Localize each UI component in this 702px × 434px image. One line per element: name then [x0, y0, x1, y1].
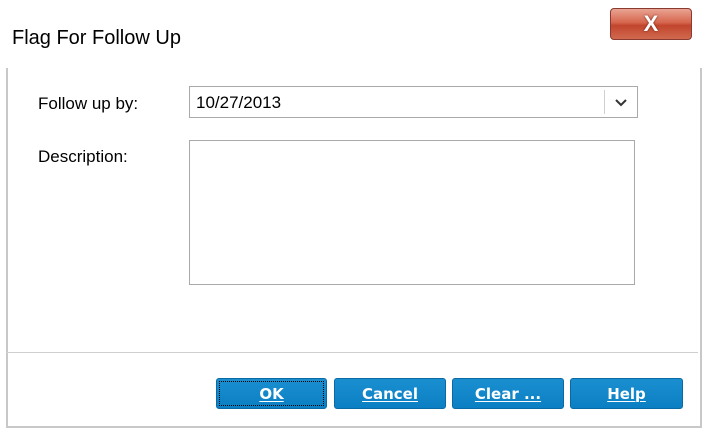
close-icon: X — [643, 11, 659, 36]
follow-up-date-value: 10/27/2013 — [196, 93, 282, 112]
follow-up-by-label: Follow up by: — [38, 94, 139, 113]
help-button[interactable]: Help — [570, 378, 683, 409]
dropdown-separator — [604, 90, 605, 114]
dialog-title: Flag For Follow Up — [12, 27, 181, 49]
clear-button[interactable]: Clear ... — [452, 378, 564, 409]
follow-up-date-dropdown[interactable]: 10/27/2013 — [189, 86, 638, 118]
description-textarea[interactable] — [189, 140, 635, 285]
cancel-button[interactable]: Cancel — [334, 378, 446, 409]
description-label: Description: — [38, 147, 128, 166]
title-bar[interactable]: Flag For Follow Up X — [0, 0, 702, 68]
ok-button[interactable]: OK — [216, 378, 327, 409]
footer-divider — [6, 352, 698, 353]
chevron-down-icon[interactable] — [607, 92, 635, 114]
flag-follow-up-dialog: Flag For Follow Up X Follow up by: 10/27… — [0, 0, 702, 434]
close-button[interactable]: X — [610, 8, 692, 40]
dialog-bottom-border — [6, 426, 702, 428]
